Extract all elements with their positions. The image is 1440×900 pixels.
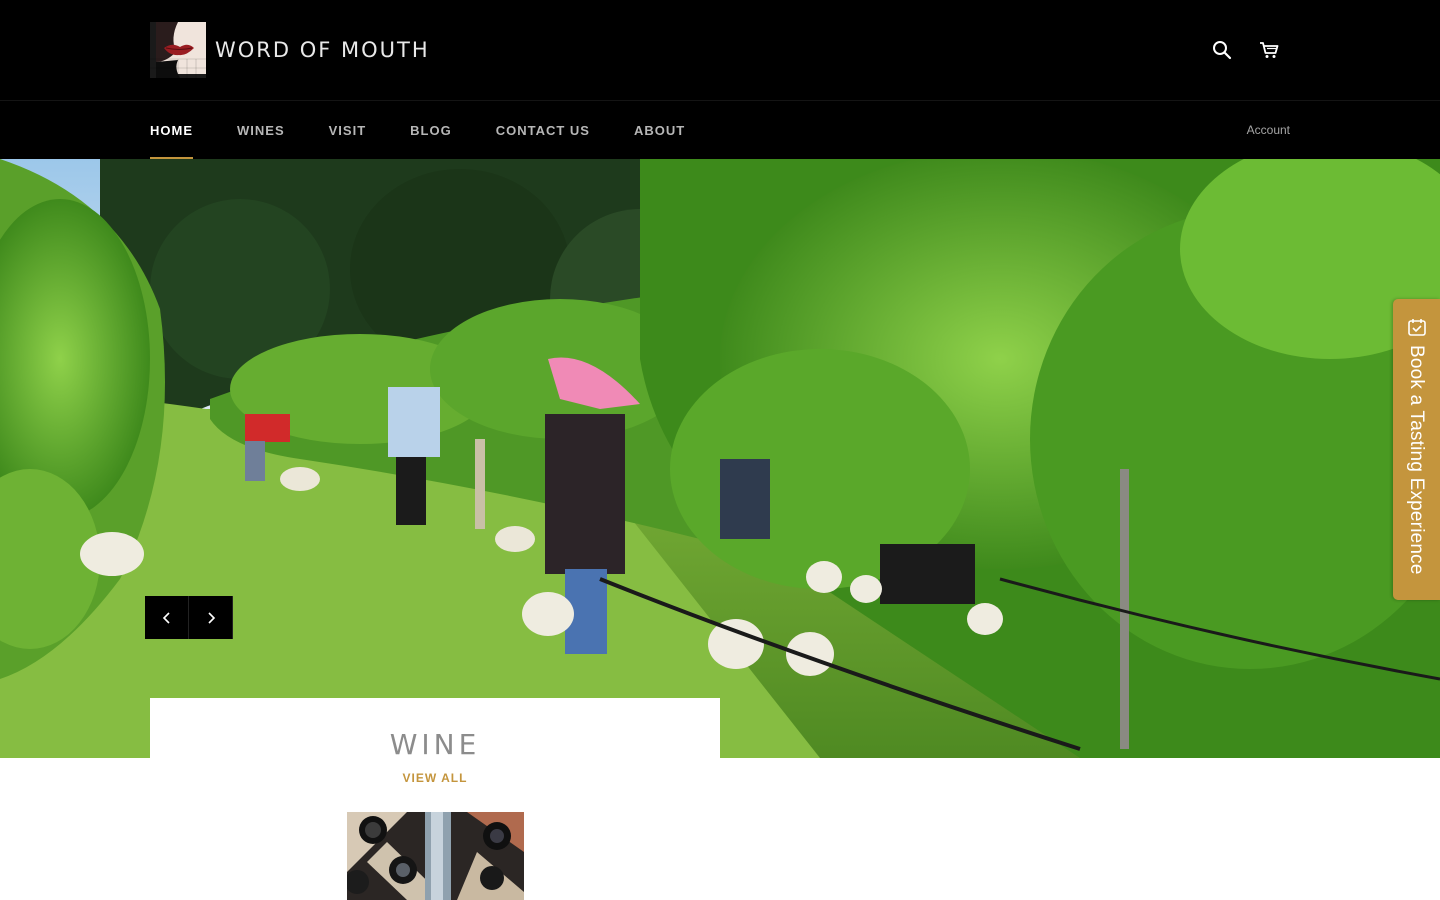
- site-header: WORD OF MOUTH: [0, 0, 1440, 100]
- nav-item-blog[interactable]: BLOG: [410, 101, 452, 160]
- wine-bottles-photo: [347, 812, 524, 900]
- brand-logo-link[interactable]: WORD OF MOUTH: [150, 22, 430, 78]
- slideshow-controls: [145, 596, 233, 639]
- search-icon: [1213, 41, 1232, 60]
- chevron-left-icon: [162, 611, 170, 624]
- nav-item-wines[interactable]: WINES: [237, 101, 285, 160]
- nav-item-label: CONTACT US: [495, 123, 590, 138]
- search-button[interactable]: [1208, 36, 1236, 64]
- slide-prev-button[interactable]: [145, 596, 189, 639]
- collection-image-link[interactable]: [347, 812, 524, 900]
- nav-item-label: ABOUT: [633, 123, 686, 138]
- view-all-link[interactable]: VIEW ALL: [150, 771, 720, 785]
- nav-item-label: HOME: [150, 123, 193, 138]
- cart-icon: [1260, 42, 1279, 58]
- main-navigation: HOME WINES VISIT BLOG CONTACT US ABOUT A…: [0, 100, 1440, 160]
- lips-portrait-logo: [150, 22, 206, 78]
- book-tasting-tab[interactable]: Book a Tasting Experience: [1393, 299, 1440, 600]
- nav-item-visit[interactable]: VISIT: [329, 101, 367, 160]
- hero-slideshow: [0, 159, 1440, 758]
- brand-name: WORD OF MOUTH: [215, 38, 430, 62]
- collection-title: WINE: [389, 728, 481, 761]
- nav-item-label: BLOG: [410, 123, 452, 138]
- slide-next-button[interactable]: [189, 596, 233, 639]
- collection-card: WINE VIEW ALL: [150, 698, 720, 900]
- nav-item-home[interactable]: HOME: [150, 101, 193, 160]
- nav-list: HOME WINES VISIT BLOG CONTACT US ABOUT: [150, 101, 729, 160]
- nav-item-label: VISIT: [328, 123, 367, 138]
- nav-item-label: WINES: [237, 123, 285, 138]
- vineyard-harvest-photo: [0, 159, 1440, 758]
- calendar-icon: [1408, 319, 1426, 336]
- account-link[interactable]: Account: [1247, 123, 1290, 137]
- chevron-right-icon: [207, 611, 215, 624]
- nav-item-contact-us[interactable]: CONTACT US: [496, 101, 590, 160]
- nav-item-about[interactable]: ABOUT: [634, 101, 685, 160]
- cart-button[interactable]: [1255, 36, 1283, 64]
- book-tasting-label: Book a Tasting Experience: [1406, 345, 1427, 575]
